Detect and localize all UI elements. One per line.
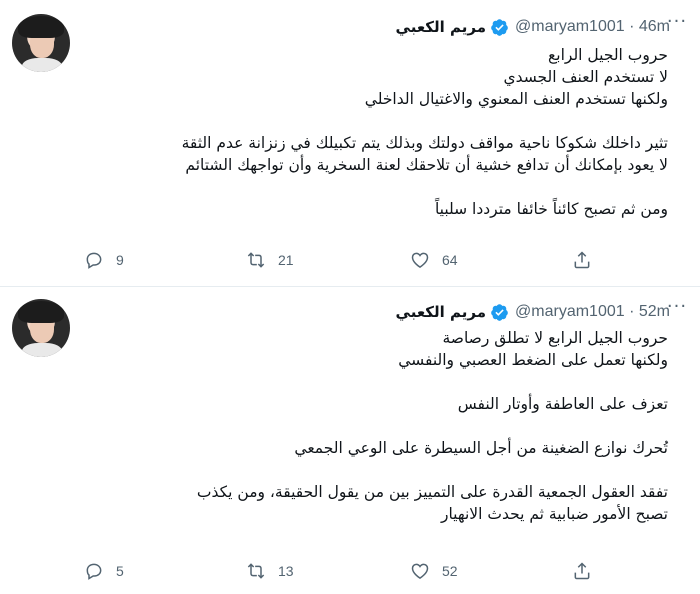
reply-button[interactable]: 9	[84, 248, 124, 272]
reply-count: 9	[116, 252, 124, 268]
retweet-icon	[247, 252, 265, 268]
tweet-line: حروب الجيل الرابع لا تطلق رصاصة	[442, 329, 668, 347]
reply-count: 5	[116, 563, 124, 579]
like-button[interactable]: 52	[410, 559, 458, 583]
heart-icon	[411, 563, 429, 579]
tweet-line: تُحرك نوازع الضغينة من أجل السيطرة على ا…	[294, 439, 668, 457]
avatar-hair	[18, 301, 64, 323]
like-count: 64	[442, 252, 458, 268]
tweet-line: تفقد العقول الجمعية القدرة على التمييز ب…	[196, 483, 668, 501]
retweet-icon	[247, 563, 265, 579]
reply-icon	[86, 252, 102, 269]
tweet-header: مريم الكعبي @maryam1001 · 52m	[396, 301, 670, 323]
tweet-line: تثير داخلك شكوكا ناحية مواقف دولتك وبذلك…	[181, 134, 668, 152]
display-name[interactable]: مريم الكعبي	[396, 18, 487, 36]
tweet-line: تصبح الأمور ضبابية ثم يحدث الانهيار	[440, 505, 668, 523]
share-icon	[574, 562, 590, 580]
like-button[interactable]: 64	[410, 248, 458, 272]
share-button[interactable]	[572, 559, 604, 583]
share-button[interactable]	[572, 248, 604, 272]
tweet-line: لا يعود بإمكانك أن تدافع خشية أن تلاحقك …	[185, 156, 668, 174]
retweet-count: 13	[278, 563, 294, 579]
share-icon	[574, 251, 590, 269]
tweet-actions: 9 21 64	[84, 248, 604, 272]
tweet-line: ولكنها تعمل على الضغط العصبي والنفسي	[398, 351, 668, 369]
reply-icon	[86, 563, 102, 580]
display-name[interactable]: مريم الكعبي	[396, 303, 487, 321]
handle-and-time[interactable]: @maryam1001 · 46m	[515, 18, 670, 36]
tweet-line: لا تستخدم العنف الجسدي	[503, 68, 668, 86]
more-horizontal-icon[interactable]: ···	[666, 298, 688, 321]
handle-and-time[interactable]: @maryam1001 · 52m	[515, 303, 670, 321]
verified-badge-icon	[491, 18, 508, 36]
tweet-text: حروب الجيل الرابع لا تستخدم العنف الجسدي…	[108, 44, 668, 220]
tweet-line: تعزف على العاطفة وأوتار النفس	[457, 395, 668, 413]
retweet-count: 21	[278, 252, 294, 268]
avatar-hair	[18, 16, 64, 38]
tweet-line: ولكنها تستخدم العنف المعنوي والاغتيال ال…	[364, 90, 668, 108]
tweet-card[interactable]: مريم الكعبي @maryam1001 · 46m ··· حروب ا…	[0, 0, 700, 286]
reply-button[interactable]: 5	[84, 559, 124, 583]
avatar[interactable]	[12, 14, 70, 72]
tweet-line: حروب الجيل الرابع	[548, 46, 668, 64]
tweet-text: حروب الجيل الرابع لا تطلق رصاصة ولكنها ت…	[108, 327, 668, 525]
like-count: 52	[442, 563, 458, 579]
retweet-button[interactable]: 21	[246, 248, 294, 272]
tweet-line: ومن ثم تصبح كائناً خائفا مترددا سلبياً	[434, 200, 668, 218]
verified-badge-icon	[491, 303, 508, 321]
tweet-card[interactable]: مريم الكعبي @maryam1001 · 52m ··· حروب ا…	[0, 287, 700, 594]
retweet-button[interactable]: 13	[246, 559, 294, 583]
avatar-shirt	[22, 58, 62, 72]
more-horizontal-icon[interactable]: ···	[666, 13, 688, 36]
avatar[interactable]	[12, 299, 70, 357]
avatar-shirt	[22, 343, 62, 357]
tweet-actions: 5 13 52	[84, 559, 604, 583]
tweet-header: مريم الكعبي @maryam1001 · 46m	[396, 16, 670, 38]
heart-icon	[411, 252, 429, 268]
